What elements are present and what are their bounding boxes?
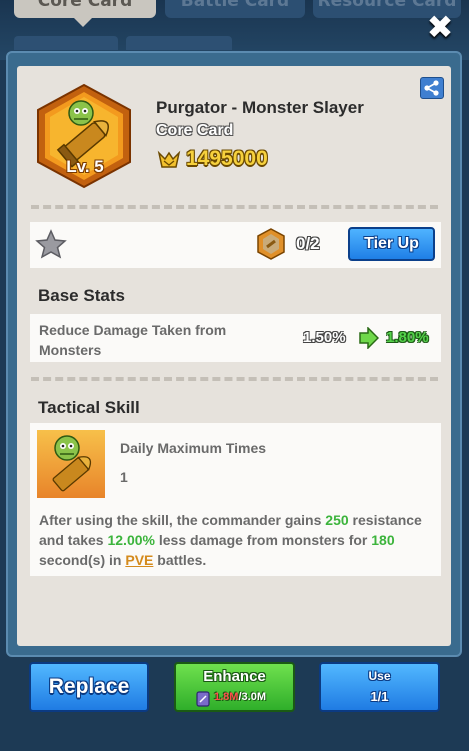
card-power: 1495000 [186,147,268,170]
power-icon [157,150,181,168]
stat-current-value: 1.50% [303,329,346,346]
replace-button[interactable]: Replace [29,662,149,712]
enhance-cost: 1.8M/3.0M [214,691,266,703]
use-button[interactable]: Use 1/1 [319,662,440,712]
enhance-cost-need: /3.0M [238,691,266,703]
card-type: Core Card [156,122,234,139]
reduction-value: 12.00% [107,532,155,548]
enhance-label: Enhance [203,668,266,685]
subtab-right [126,36,232,50]
star-icon [35,229,67,259]
share-icon [424,80,439,96]
share-button[interactable] [420,77,444,99]
divider [31,377,438,381]
use-label: Use [368,669,391,683]
enhance-cost-have: 1.8M [214,691,239,703]
enhance-button[interactable]: Enhance 1.8M/3.0M [174,662,295,712]
enhance-material-icon [196,691,210,707]
card-name: Purgator - Monster Slayer [156,98,364,117]
tab-indicator [74,18,92,27]
tab-battle-card[interactable]: Battle Card [165,0,305,18]
skill-limit-label: Daily Maximum Times [120,440,267,456]
tab-core-card[interactable]: Core Card [14,0,156,18]
skill-limit-value: 1 [120,469,128,485]
base-stats-title: Base Stats [38,286,125,305]
desc-text: After using the skill, the commander gai… [39,512,326,528]
tier-progress: 0/2 [296,234,320,253]
use-count: 1/1 [370,689,389,704]
skill-description: After using the skill, the commander gai… [39,510,434,570]
tier-up-button[interactable]: Tier Up [348,227,435,261]
stat-label: Reduce Damage Taken from Monsters [39,322,227,358]
card-badge: Lv. 5 [35,83,133,189]
resistance-value: 250 [325,512,349,528]
card-level: Lv. 5 [66,157,104,176]
desc-text: less damage from monsters for [154,532,372,548]
close-icon[interactable]: ✖ [424,11,456,44]
pve-link[interactable]: PVE [125,552,153,568]
desc-text: second(s) in [39,552,126,568]
stat-next-value: 1.80% [386,329,429,346]
tier-medal-icon [257,228,285,260]
arrow-right-icon [359,327,379,349]
subtab-left [14,36,118,50]
divider [31,205,438,209]
skill-icon [37,430,105,498]
desc-text: battles. [153,552,207,568]
duration-value: 180 [371,532,395,548]
tactical-skill-title: Tactical Skill [38,398,140,417]
